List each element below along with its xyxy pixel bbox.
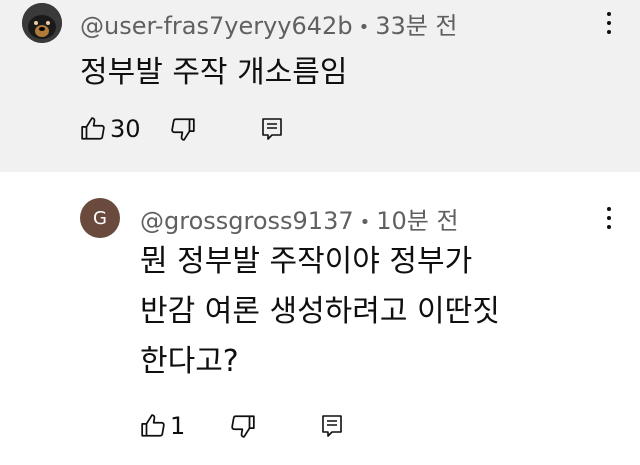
timestamp[interactable]: 33분 전: [375, 12, 457, 40]
comment-actions: 30: [80, 115, 284, 143]
like-count: 30: [110, 115, 141, 143]
comment-line: 정부발 주작 개소름임: [80, 55, 348, 90]
comment-meta: @grossgross9137 • 10분 전: [140, 201, 459, 236]
separator-dot: •: [358, 16, 370, 38]
avatar[interactable]: [22, 3, 62, 43]
like-button[interactable]: 30: [80, 115, 170, 143]
separator-dot: •: [359, 211, 371, 233]
comment-2: G @grossgross9137 • 10분 전 뭔 정부발 주작이야 정부가 반…: [0, 172, 640, 465]
comment-line: 반감 여론 생성하려고 이딴짓: [140, 294, 500, 329]
thumbs-up-icon: [141, 414, 165, 437]
dislike-button[interactable]: [230, 413, 320, 439]
comment-1: @user-fras7yeryy642b • 33분 전 정부발 주작 개소름임 3…: [0, 0, 640, 172]
avatar-letter: G: [93, 207, 107, 229]
comment-line: 뭔 정부발 주작이야 정부가: [140, 244, 473, 279]
username[interactable]: @user-fras7yeryy642b: [80, 12, 353, 40]
timestamp[interactable]: 10분 전: [376, 207, 458, 235]
thumbs-down-icon: [231, 415, 255, 438]
more-vert-icon[interactable]: [606, 12, 612, 39]
reply-button[interactable]: [260, 117, 284, 141]
like-button[interactable]: 1: [140, 412, 230, 440]
more-vert-icon[interactable]: [606, 207, 612, 234]
dislike-button[interactable]: [170, 116, 260, 142]
comment-text: 뭔 정부발 주작이야 정부가 반감 여론 생성하려고 이딴짓 한다고?: [140, 237, 610, 387]
comment-meta: @user-fras7yeryy642b • 33분 전: [80, 6, 458, 41]
avatar[interactable]: G: [80, 198, 120, 238]
like-count: 1: [170, 412, 186, 440]
comment-line: 한다고?: [140, 344, 239, 379]
thumbs-up-icon: [81, 117, 105, 140]
reply-icon: [262, 118, 282, 140]
comment-text: 정부발 주작 개소름임: [80, 48, 347, 98]
comment-actions: 1: [140, 412, 344, 440]
reply-icon: [322, 415, 342, 437]
thumbs-down-icon: [171, 118, 195, 141]
dog-avatar-icon: [22, 3, 62, 43]
username[interactable]: @grossgross9137: [140, 207, 354, 235]
reply-button[interactable]: [320, 414, 344, 438]
